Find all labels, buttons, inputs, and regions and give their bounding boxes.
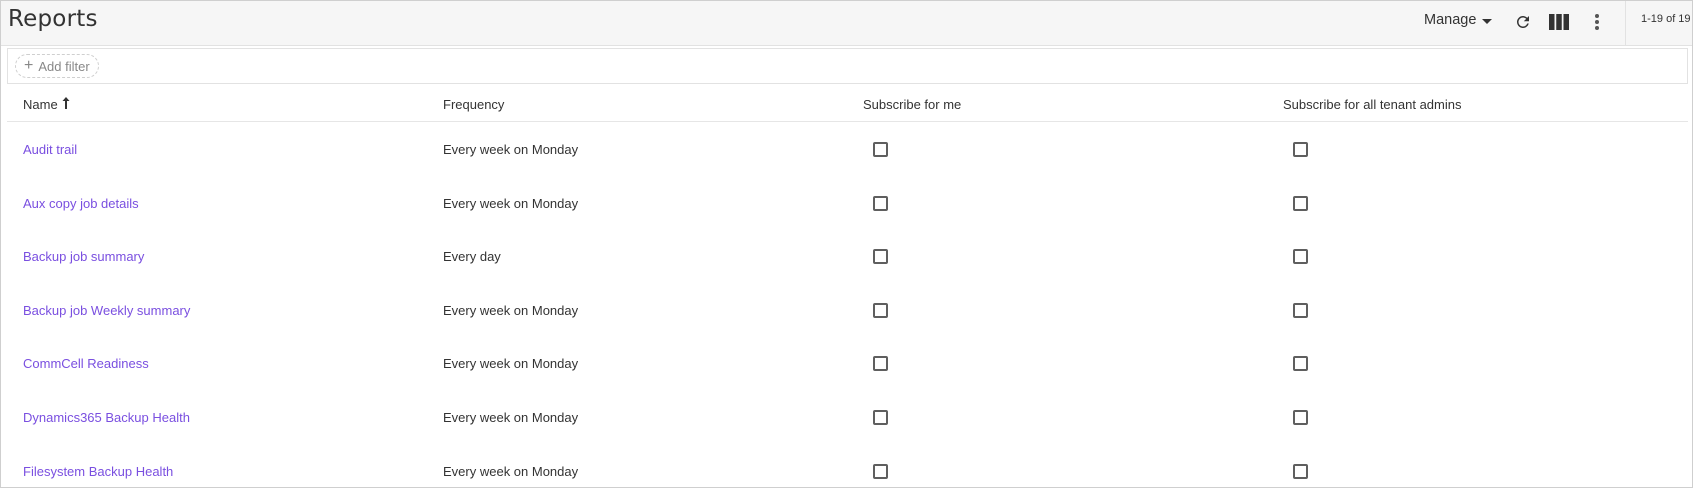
subscribe-me-checkbox[interactable]: [873, 141, 888, 157]
subscribe-me-checkbox[interactable]: [873, 463, 888, 479]
report-name-link[interactable]: CommCell Readiness: [23, 336, 149, 390]
subscribe-me-checkbox[interactable]: [873, 302, 888, 318]
report-name-link[interactable]: Dynamics365 Backup Health: [23, 390, 190, 444]
report-name-link[interactable]: Filesystem Backup Health: [23, 444, 173, 487]
report-name-link[interactable]: Aux copy job details: [23, 176, 139, 230]
subscribe-me-cell: [873, 122, 888, 176]
subscribe-all-checkbox[interactable]: [1293, 409, 1308, 425]
report-frequency: Every week on Monday: [443, 409, 579, 425]
subscribe-me-checkbox[interactable]: [873, 355, 888, 371]
table-row: Backup job summary Every day: [7, 229, 1688, 283]
subscribe-me-checkbox[interactable]: [873, 409, 888, 425]
columns-icon[interactable]: [1548, 11, 1570, 33]
report-frequency: Every day: [443, 248, 501, 264]
table-row: Aux copy job details Every week on Monda…: [7, 176, 1688, 230]
column-header-label: Subscribe for all tenant admins: [1283, 97, 1462, 112]
subscribe-all-checkbox[interactable]: [1293, 302, 1308, 318]
column-header-name[interactable]: Name: [23, 96, 70, 112]
subscribe-me-cell: [873, 229, 888, 283]
chevron-down-icon: [1482, 18, 1493, 24]
column-header-subscribe-all[interactable]: Subscribe for all tenant admins: [1283, 97, 1461, 112]
refresh-icon[interactable]: [1512, 11, 1534, 33]
add-filter-label: Add filter: [38, 58, 90, 74]
more-vertical-icon[interactable]: [1586, 11, 1608, 33]
subscribe-me-checkbox[interactable]: [873, 195, 888, 211]
report-frequency: Every week on Monday: [443, 141, 579, 157]
column-header-subscribe-me[interactable]: Subscribe for me: [863, 97, 961, 112]
report-frequency: Every week on Monday: [443, 463, 579, 479]
subscribe-all-checkbox[interactable]: [1293, 248, 1308, 264]
subscribe-all-cell: [1293, 122, 1308, 176]
table-row: Audit trail Every week on Monday: [7, 122, 1688, 176]
subscribe-all-cell: [1293, 336, 1308, 390]
subscribe-all-checkbox[interactable]: [1293, 463, 1308, 479]
subscribe-all-cell: [1293, 283, 1308, 337]
manage-label: Manage: [1424, 12, 1477, 28]
report-name-link[interactable]: Backup job summary: [23, 229, 144, 283]
subscribe-all-cell: [1293, 229, 1308, 283]
subscribe-all-checkbox[interactable]: [1293, 195, 1308, 211]
manage-dropdown[interactable]: Manage: [1424, 12, 1493, 28]
report-frequency: Every week on Monday: [443, 195, 579, 211]
column-header-frequency[interactable]: Frequency: [443, 97, 504, 112]
toolbar-divider: [1625, 1, 1626, 46]
subscribe-all-checkbox[interactable]: [1293, 355, 1308, 371]
report-frequency: Every week on Monday: [443, 302, 579, 318]
report-name-link[interactable]: Backup job Weekly summary: [23, 283, 190, 337]
table-header: Name Frequency Subscribe for me Subscrib…: [7, 85, 1688, 122]
subscribe-me-cell: [873, 176, 888, 230]
subscribe-me-cell: [873, 336, 888, 390]
subscribe-all-cell: [1293, 444, 1308, 487]
column-header-label: Frequency: [443, 97, 505, 112]
table-row: CommCell Readiness Every week on Monday: [7, 336, 1688, 390]
column-header-label: Subscribe for me: [863, 97, 962, 112]
subscribe-me-checkbox[interactable]: [873, 248, 888, 264]
table-row: Dynamics365 Backup Health Every week on …: [7, 390, 1688, 444]
subscribe-me-cell: [873, 390, 888, 444]
page-header: Reports Manage 1-19 of 19: [1, 1, 1692, 46]
column-header-label: Name: [23, 97, 58, 112]
subscribe-all-cell: [1293, 176, 1308, 230]
subscribe-me-cell: [873, 283, 888, 337]
table-row: Backup job Weekly summary Every week on …: [7, 283, 1688, 337]
subscribe-all-checkbox[interactable]: [1293, 141, 1308, 157]
subscribe-me-cell: [873, 444, 888, 487]
subscribe-all-cell: [1293, 390, 1308, 444]
reports-page: Reports Manage 1-19 of 19 + Add filter N…: [0, 0, 1693, 488]
report-name-link[interactable]: Audit trail: [23, 122, 77, 176]
report-frequency: Every week on Monday: [443, 355, 579, 371]
add-filter-button[interactable]: + Add filter: [15, 54, 99, 78]
paging-info: 1-19 of 19: [1641, 13, 1691, 25]
sort-ascending-icon: [62, 96, 70, 109]
table-row: Filesystem Backup Health Every week on M…: [7, 444, 1688, 487]
filter-bar: + Add filter: [7, 48, 1688, 84]
plus-icon: +: [24, 57, 34, 74]
page-title: Reports: [8, 6, 98, 32]
